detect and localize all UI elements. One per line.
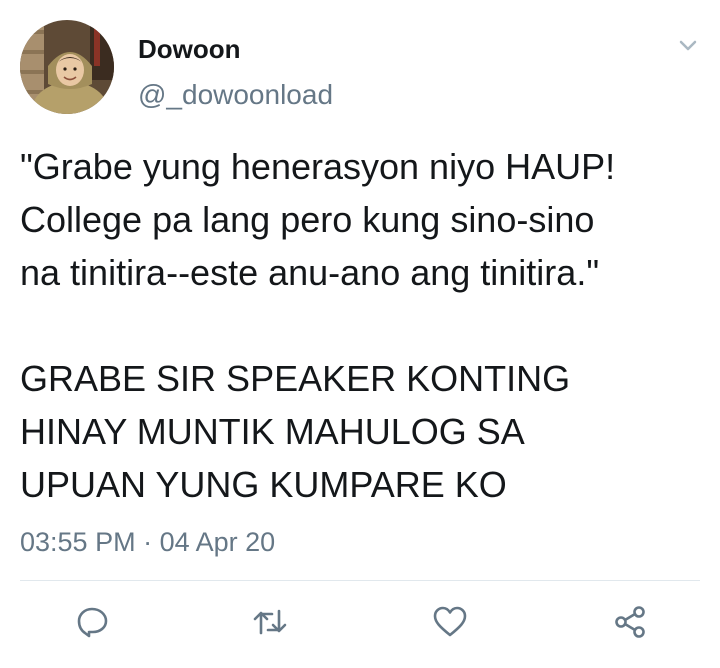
tweet-line: HINAY MUNTIK MAHULOG SA — [20, 411, 525, 452]
share-icon — [615, 606, 645, 638]
divider — [20, 580, 700, 581]
tweet-card: Dowoon @_dowoonload "Grabe yung henerasy… — [0, 0, 720, 668]
timestamp-separator: · — [143, 527, 153, 557]
tweet-text: "Grabe yung henerasyon niyo HAUP! Colleg… — [20, 140, 710, 511]
tweet-line: "Grabe yung henerasyon niyo HAUP! — [20, 146, 616, 187]
heart-icon — [433, 606, 467, 637]
tweet-line: UPUAN YUNG KUMPARE KO — [20, 464, 507, 505]
chevron-down-icon[interactable] — [674, 34, 702, 58]
like-button[interactable] — [430, 602, 470, 642]
tweet-line: GRABE SIR SPEAKER KONTING — [20, 358, 571, 399]
tweet-timestamp: 03:55 PM · 04 Apr 20 — [20, 527, 275, 558]
avatar[interactable] — [20, 20, 114, 114]
share-button[interactable] — [610, 602, 650, 642]
user-handle[interactable]: @_dowoonload — [138, 79, 333, 111]
tweet-date: 04 Apr 20 — [159, 527, 276, 557]
reply-icon — [77, 607, 108, 638]
avatar-image — [20, 20, 114, 114]
retweet-button[interactable] — [250, 602, 290, 642]
tweet-line: na tinitira--este anu-ano ang tinitira." — [20, 252, 600, 293]
tweet-line: College pa lang pero kung sino-sino — [20, 199, 595, 240]
reply-button[interactable] — [72, 602, 112, 642]
display-name[interactable]: Dowoon — [138, 34, 241, 65]
retweet-icon — [253, 609, 287, 635]
tweet-time: 03:55 PM — [20, 527, 136, 557]
